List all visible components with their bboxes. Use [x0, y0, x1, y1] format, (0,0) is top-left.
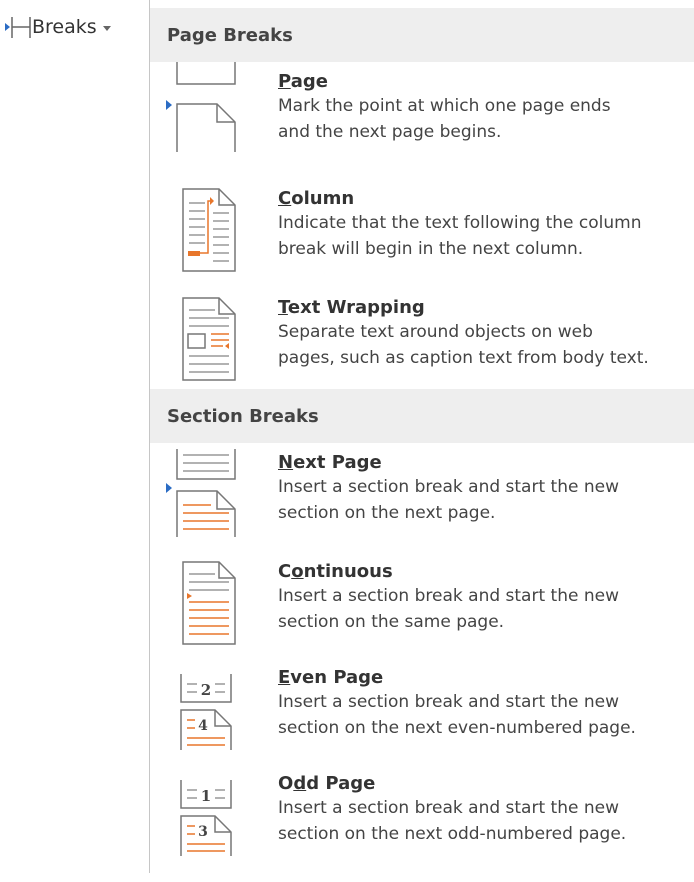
menu-item-title: Continuous [278, 561, 393, 582]
menu-item-description: Separate text around objects on web [278, 322, 593, 342]
menu-item-title: Text Wrapping [278, 297, 425, 318]
svg-text:1: 1 [201, 787, 211, 805]
menu-item-even-page[interactable]: 2 4 Even Page Insert a section break and… [150, 662, 694, 772]
menu-item-description: Insert a section break and start the new [278, 692, 619, 712]
menu-item-page-break[interactable]: Page Mark the point at which one page en… [150, 62, 694, 177]
svg-text:3: 3 [198, 824, 208, 840]
menu-item-description: break will begin in the next column. [278, 239, 584, 259]
menu-item-column-break[interactable]: Column Indicate that the text following … [150, 177, 694, 290]
menu-item-next-page[interactable]: Next Page Insert a section break and sta… [150, 443, 694, 554]
chevron-down-icon [102, 25, 111, 31]
menu-item-description: section on the same page. [278, 612, 505, 632]
menu-item-description: section on the next even-numbered page. [278, 718, 636, 738]
section-breaks-header: Section Breaks [150, 389, 694, 443]
menu-item-description: Indicate that the text following the col… [278, 213, 642, 233]
breaks-label: Breaks [32, 16, 97, 38]
odd-page-icon: 1 3 [171, 774, 239, 858]
menu-item-title: Even Page [278, 667, 384, 688]
menu-item-title: Next Page [278, 452, 382, 473]
continuous-icon [171, 560, 239, 646]
svg-text:2: 2 [201, 681, 211, 699]
menu-item-description: section on the next page. [278, 503, 496, 523]
text-wrapping-icon [171, 296, 239, 382]
page-breaks-header: Page Breaks [150, 8, 694, 62]
menu-item-title: Page [278, 71, 328, 92]
menu-item-description: Mark the point at which one page ends [278, 96, 611, 116]
menu-item-text-wrapping[interactable]: Text Wrapping Separate text around objec… [150, 290, 694, 385]
column-break-icon [171, 187, 239, 273]
next-page-icon [171, 449, 239, 539]
menu-item-description: section on the next odd-numbered page. [278, 824, 627, 844]
breaks-button[interactable]: Breaks [0, 12, 150, 42]
menu-item-description: Insert a section break and start the new [278, 798, 619, 818]
menu-item-title: Odd Page [278, 773, 376, 794]
page-break-icon [171, 62, 239, 152]
menu-item-description: Insert a section break and start the new [278, 586, 619, 606]
menu-item-continuous[interactable]: Continuous Insert a section break and st… [150, 554, 694, 662]
menu-item-description: and the next page begins. [278, 122, 502, 142]
menu-item-odd-page[interactable]: 1 3 Odd Page Insert a section break and … [150, 772, 694, 882]
breaks-dropdown-menu: Page Breaks Page Mark the point at which… [149, 0, 694, 873]
menu-item-description: pages, such as caption text from body te… [278, 348, 649, 368]
menu-item-description: Insert a section break and start the new [278, 477, 619, 497]
menu-item-title: Column [278, 188, 355, 209]
svg-text:4: 4 [198, 718, 208, 734]
even-page-icon: 2 4 [171, 668, 239, 752]
